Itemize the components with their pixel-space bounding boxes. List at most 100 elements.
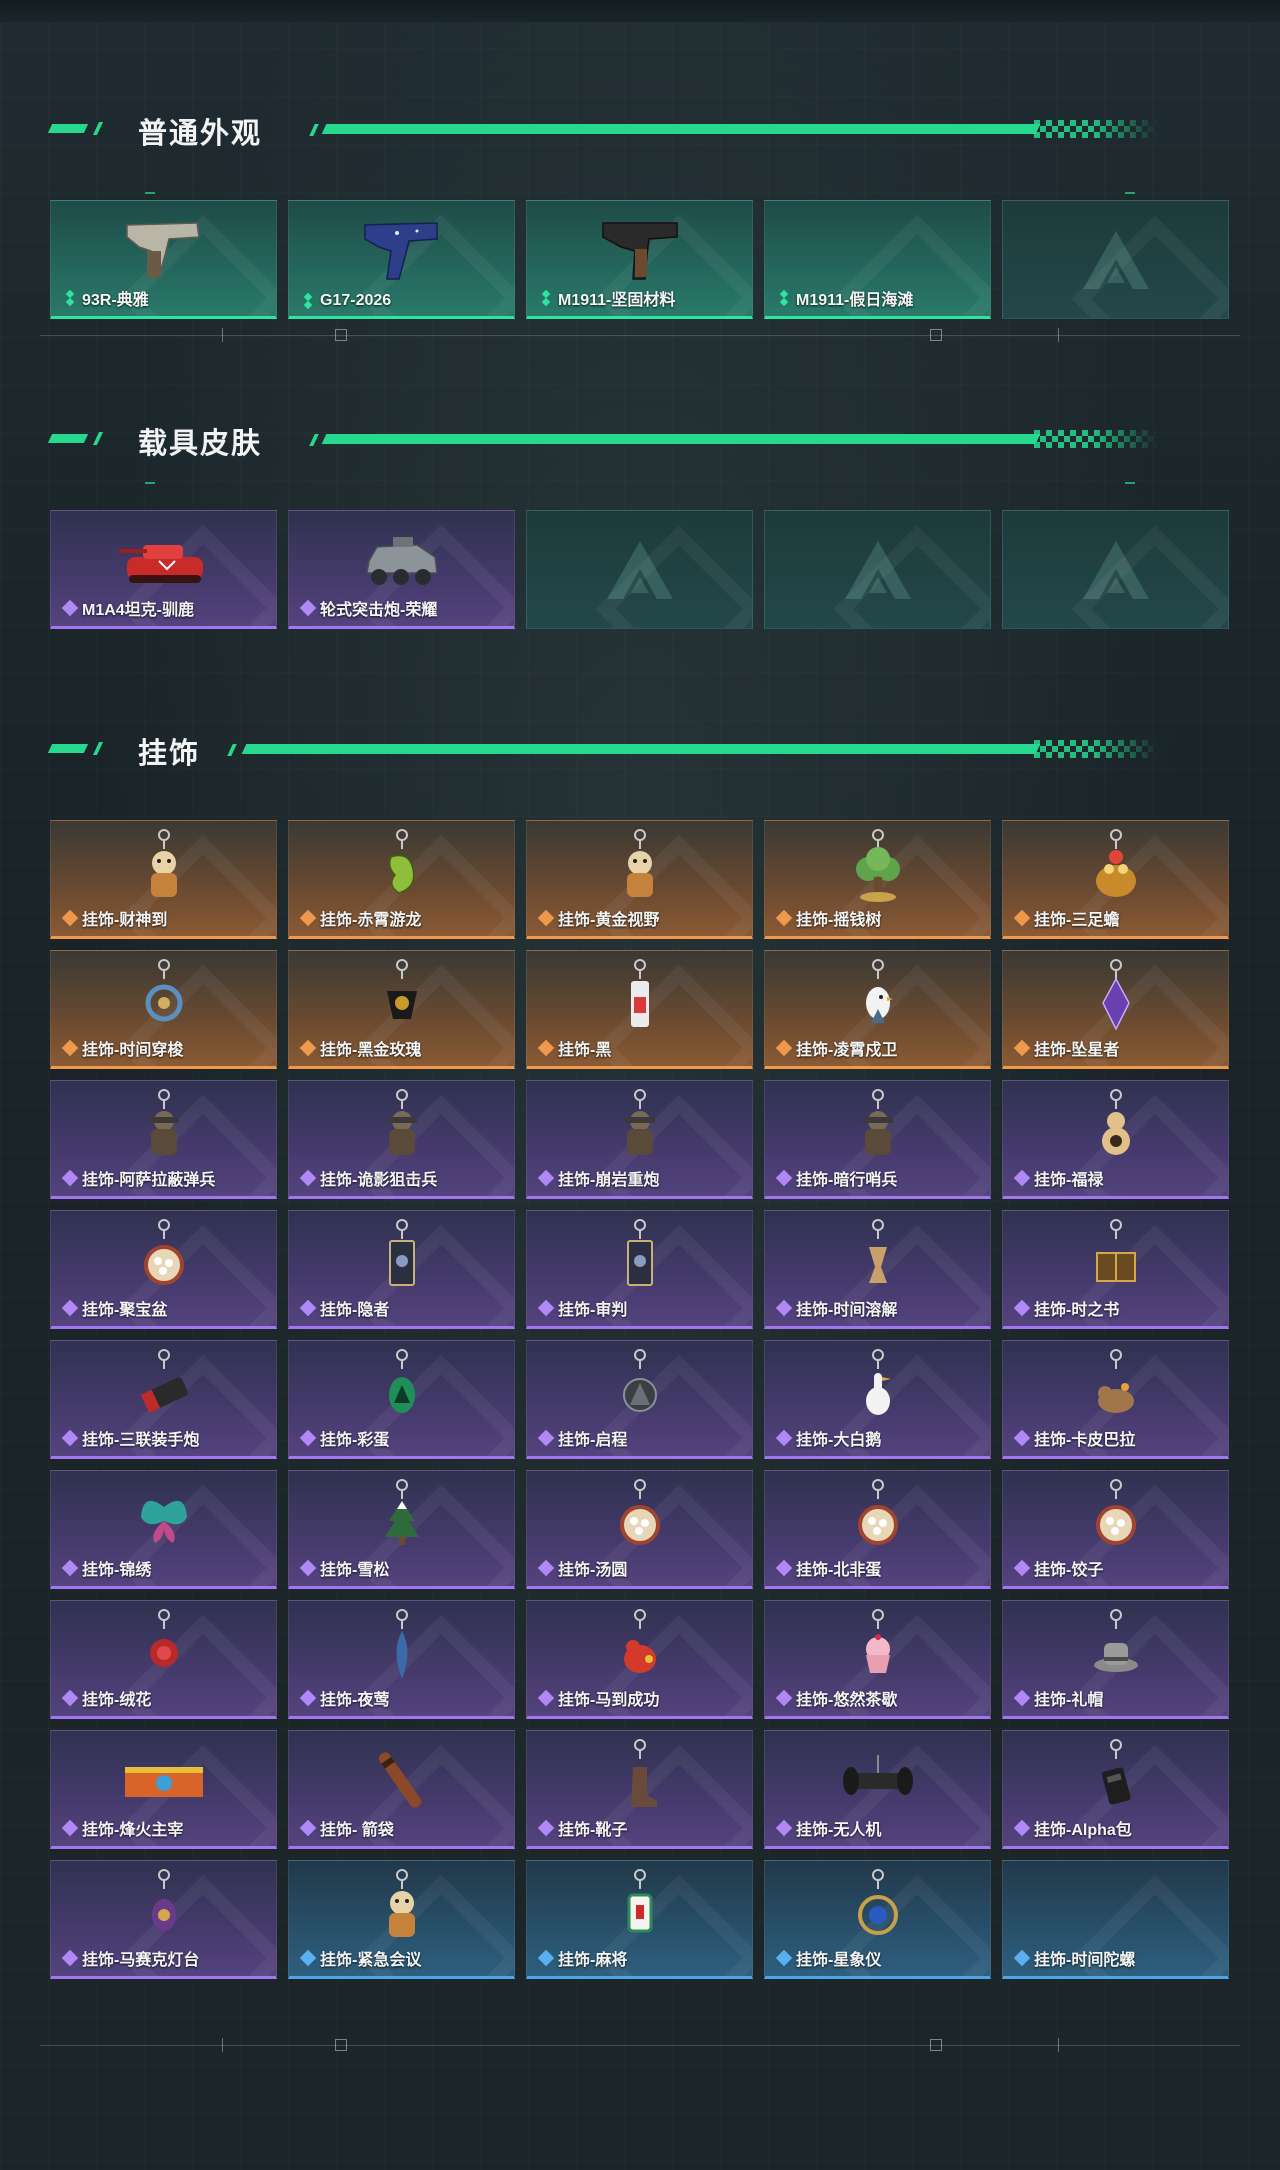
item-label-row: 轮式突击炮-荣耀 [299,596,437,620]
rarity-diamond-icon [299,1949,317,1967]
empty-item-slot [1002,200,1229,319]
charm-grid: 挂饰-财神到 挂饰-赤霄游龙 挂饰-黄金视野 挂饰-摇钱树 挂饰-三足蟾 挂饰-时间穿梭挂… [50,820,1229,1979]
pistol-empty-icon [833,207,923,289]
item-card[interactable]: 挂饰- 箭袋 [288,1730,515,1849]
item-card[interactable]: 挂饰-黑金玫瑰 [288,950,515,1069]
item-card[interactable]: 挂饰-汤圆 [526,1470,753,1589]
charm-card-icon [595,1217,685,1299]
item-card[interactable]: 挂饰-时间陀螺 [1002,1860,1229,1979]
item-card[interactable]: 挂饰-大白鹅 [764,1340,991,1459]
item-card[interactable]: 挂饰-北非蛋 [764,1470,991,1589]
item-card[interactable]: 挂饰-彩蛋 [288,1340,515,1459]
item-card[interactable]: 挂饰-三足蟾 [1002,820,1229,939]
item-label-row: 挂饰-悠然茶歇 [775,1686,898,1710]
rarity-diamond-icon [301,292,315,310]
charm-tree-icon [833,827,923,909]
divider-ruler [40,2038,1240,2054]
section-title: 挂饰 [138,736,201,770]
item-card[interactable]: M1A4坦克-驯鹿 [50,510,277,629]
header-checker-pattern [1028,430,1158,448]
item-card[interactable]: 挂饰-福禄 [1002,1080,1229,1199]
item-card[interactable]: 挂饰-夜莺 [288,1600,515,1719]
item-label-row: 挂饰-靴子 [537,1816,627,1840]
item-card[interactable]: 挂饰-时间溶解 [764,1210,991,1329]
item-card[interactable]: 挂饰-赤霄游龙 [288,820,515,939]
item-label-row: 挂饰-大白鹅 [775,1426,881,1450]
item-card[interactable]: 挂饰-礼帽 [1002,1600,1229,1719]
rarity-diamond-icon [299,909,317,927]
item-label-row: 挂饰-三联装手炮 [61,1426,199,1450]
item-card[interactable]: 挂饰-饺子 [1002,1470,1229,1589]
section-title: 载具皮肤 [138,426,263,460]
item-card[interactable]: M1911-坚固材料 [526,200,753,319]
item-card[interactable]: 挂饰-审判 [526,1210,753,1329]
item-card[interactable]: 挂饰-靴子 [526,1730,753,1849]
rarity-diamond-icon [299,1689,317,1707]
item-label-row: 挂饰-黄金视野 [537,906,660,930]
item-card[interactable]: 轮式突击炮-荣耀 [288,510,515,629]
item-card[interactable]: G17-2026 [288,200,515,319]
charm-cupcake-icon [833,1607,923,1689]
charm-horse-icon [595,1607,685,1689]
charm-orb-icon [833,1867,923,1949]
item-card[interactable]: 挂饰-烽火主宰 [50,1730,277,1849]
charm-goose-icon [833,1347,923,1429]
item-card[interactable]: M1911-假日海滩 [764,200,991,319]
rarity-diamond-icon [537,1429,555,1447]
item-name: 挂饰-锦绣 [82,1562,152,1579]
rarity-diamond-icon [1013,1689,1031,1707]
rarity-diamond-icon [299,1299,317,1317]
item-card[interactable]: 挂饰-财神到 [50,820,277,939]
rarity-diamond-icon [537,1039,555,1057]
item-card[interactable]: 挂饰-时之书 [1002,1210,1229,1329]
item-label-row: 挂饰-福禄 [1013,1166,1103,1190]
item-label-row: 挂饰-Alpha包 [1013,1816,1132,1840]
item-name: 挂饰-黄金视野 [558,912,660,929]
item-card[interactable]: 挂饰-诡影狙击兵 [288,1080,515,1199]
item-card[interactable]: 挂饰-星象仪 [764,1860,991,1979]
rarity-diamond-icon [777,289,791,307]
item-card[interactable]: 挂饰-无人机 [764,1730,991,1849]
item-name: 挂饰-紧急会议 [320,1952,422,1969]
item-label-row: 挂饰-阿萨拉蔽弹兵 [61,1166,215,1190]
item-card[interactable]: 挂饰-三联装手炮 [50,1340,277,1459]
item-card[interactable]: 挂饰-坠星者 [1002,950,1229,1069]
item-card[interactable]: 挂饰-麻将 [526,1860,753,1979]
item-card[interactable]: 挂饰-暗行哨兵 [764,1080,991,1199]
item-card[interactable]: 挂饰-时间穿梭 [50,950,277,1069]
item-card[interactable]: 挂饰-绒花 [50,1600,277,1719]
rarity-diamond-icon [299,1429,317,1447]
item-name: 挂饰-雪松 [320,1562,390,1579]
item-card[interactable]: 挂饰-聚宝盆 [50,1210,277,1329]
rarity-diamond-icon [61,1299,79,1317]
item-card[interactable]: 挂饰-紧急会议 [288,1860,515,1979]
item-card[interactable]: 挂饰-卡皮巴拉 [1002,1340,1229,1459]
item-card[interactable]: 挂饰-马赛克灯台 [50,1860,277,1979]
item-card[interactable]: 挂饰-摇钱树 [764,820,991,939]
divider-ruler [40,328,1240,344]
item-card[interactable]: 挂饰-阿萨拉蔽弹兵 [50,1080,277,1199]
item-card[interactable]: 挂饰-雪松 [288,1470,515,1589]
item-card[interactable]: 93R-典雅 [50,200,277,319]
item-label-row: 挂饰-时间溶解 [775,1296,898,1320]
section-header-vehicle-skins: 载具皮肤 [47,418,1198,460]
item-name: 挂饰-崩岩重炮 [558,1172,660,1189]
item-card[interactable]: 挂饰-马到成功 [526,1600,753,1719]
item-card[interactable]: 挂饰-锦绣 [50,1470,277,1589]
item-card[interactable]: 挂饰-启程 [526,1340,753,1459]
item-card[interactable]: 挂饰-黄金视野 [526,820,753,939]
item-name: 挂饰-时间溶解 [796,1302,898,1319]
item-name: M1911-坚固材料 [558,292,676,309]
item-card[interactable]: 挂饰-悠然茶歇 [764,1600,991,1719]
item-card[interactable]: 挂饰-Alpha包 [1002,1730,1229,1849]
item-card[interactable]: 挂饰-崩岩重炮 [526,1080,753,1199]
item-label-row: 挂饰-彩蛋 [299,1426,389,1450]
rarity-diamond-icon [1013,1169,1031,1187]
charm-bowl-icon [119,1217,209,1299]
item-name: M1A4坦克-驯鹿 [82,602,195,619]
item-name: 挂饰-悠然茶歇 [796,1692,898,1709]
item-card[interactable]: 挂饰-黑 [526,950,753,1069]
item-label-row: 挂饰-烽火主宰 [61,1816,183,1840]
item-card[interactable]: 挂饰-隐者 [288,1210,515,1329]
item-card[interactable]: 挂饰-凌霄戍卫 [764,950,991,1069]
